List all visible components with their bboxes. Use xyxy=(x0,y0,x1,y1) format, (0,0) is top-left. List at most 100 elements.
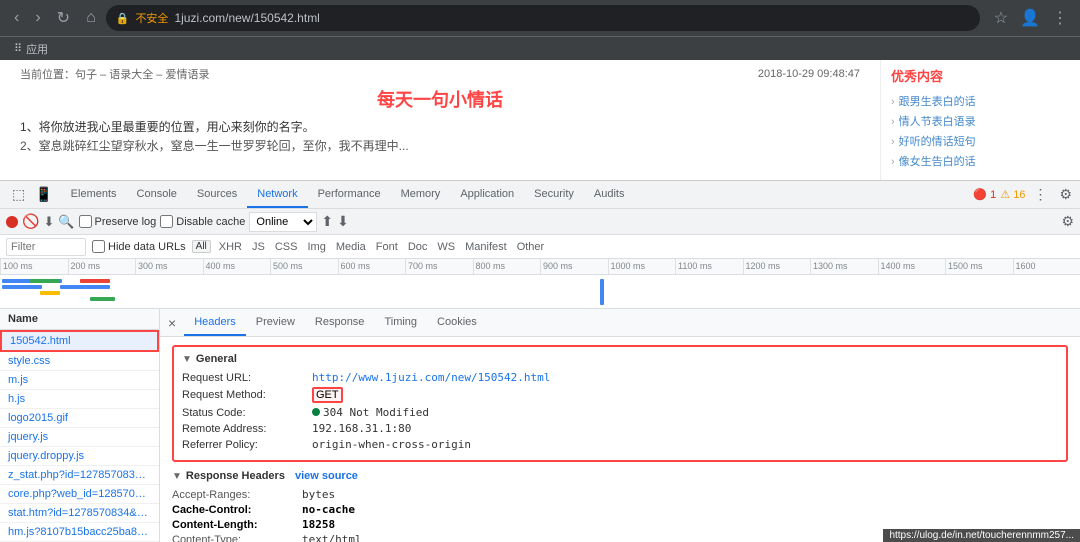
disable-cache-checkbox[interactable] xyxy=(160,215,173,228)
network-main: Name 150542.html style.css m.js h.js log… xyxy=(0,309,1080,542)
sidebar-item-3[interactable]: 像女生告白的话 xyxy=(891,151,1070,171)
import-button[interactable]: ⬆ xyxy=(321,213,333,230)
record-button[interactable] xyxy=(6,216,18,228)
referrer-policy-row: Referrer Policy: origin-when-cross-origi… xyxy=(182,438,1058,451)
throttle-select[interactable]: Online Fast 3G Slow 3G Offline xyxy=(249,212,317,232)
tab-sources[interactable]: Sources xyxy=(187,181,247,208)
filter-font[interactable]: Font xyxy=(374,241,400,253)
devtools-panel-icons: ⬚ 📱 xyxy=(4,184,61,205)
file-item-7[interactable]: z_stat.php?id=1278570834&... xyxy=(0,466,159,485)
lock-icon: 🔒 xyxy=(116,12,130,25)
details-tab-timing[interactable]: Timing xyxy=(374,309,427,336)
bookmark-button[interactable]: ☆ xyxy=(990,4,1012,32)
general-section-header[interactable]: ▼ General xyxy=(182,353,1058,365)
lock-label: 不安全 xyxy=(135,10,168,26)
profile-button[interactable]: 👤 xyxy=(1016,4,1044,32)
details-tab-headers[interactable]: Headers xyxy=(184,309,246,336)
resp-val-0: bytes xyxy=(302,488,335,501)
resp-key-0: Accept-Ranges: xyxy=(172,489,302,501)
filter-xhr[interactable]: XHR xyxy=(217,241,244,253)
file-item-1[interactable]: style.css xyxy=(0,352,159,371)
view-source-link[interactable]: view source xyxy=(295,470,358,482)
devtools-topbar: ⬚ 📱 Elements Console Sources Network Per… xyxy=(0,181,1080,209)
tab-performance[interactable]: Performance xyxy=(308,181,391,208)
file-item-10[interactable]: hm.js?8107b15bacc25ba8b7f... xyxy=(0,523,159,542)
file-item-5[interactable]: jquery.js xyxy=(0,428,159,447)
filter-manifest[interactable]: Manifest xyxy=(463,241,509,253)
bookmark-apps[interactable]: ⠿ 应用 xyxy=(8,39,54,59)
home-button[interactable]: ⌂ xyxy=(80,5,102,31)
timeline-bars xyxy=(0,275,1080,309)
details-tab-response[interactable]: Response xyxy=(305,309,375,336)
forward-button[interactable]: › xyxy=(29,5,46,31)
file-item-8[interactable]: core.php?web_id=12857083... xyxy=(0,485,159,504)
network-toolbar: 🚫 ⬇ 🔍 Preserve log Disable cache Online … xyxy=(0,209,1080,235)
chrome-icons: ☆ 👤 ⋮ xyxy=(990,4,1072,32)
details-tab-cookies[interactable]: Cookies xyxy=(427,309,487,336)
details-close-button[interactable]: × xyxy=(164,315,180,331)
remote-address-row: Remote Address: 192.168.31.1:80 xyxy=(182,422,1058,435)
status-green-dot xyxy=(312,408,320,416)
remote-address-value: 192.168.31.1:80 xyxy=(312,422,411,435)
sidebar-item-2[interactable]: 好听的情话短句 xyxy=(891,131,1070,151)
clear-button[interactable]: 🚫 xyxy=(22,213,39,230)
response-triangle-icon: ▼ xyxy=(172,471,182,482)
tab-memory[interactable]: Memory xyxy=(391,181,451,208)
address-bar[interactable]: 🔒 不安全 1juzi.com/new/150542.html xyxy=(106,5,980,31)
file-item-6[interactable]: jquery.droppy.js xyxy=(0,447,159,466)
devtools-more-button[interactable]: ⋮ xyxy=(1029,184,1051,205)
filter-img[interactable]: Img xyxy=(305,241,327,253)
resp-row-1: Cache-Control: no-cache xyxy=(172,503,1068,516)
page-title: 每天一句小情话 xyxy=(20,86,860,112)
request-method-label: Request Method: xyxy=(182,389,312,401)
file-item-3[interactable]: h.js xyxy=(0,390,159,409)
hide-data-label[interactable]: Hide data URLs xyxy=(92,240,186,253)
preserve-log-label[interactable]: Preserve log xyxy=(79,215,157,228)
filter-js[interactable]: JS xyxy=(250,241,267,253)
filter-ws[interactable]: WS xyxy=(435,241,457,253)
tab-console[interactable]: Console xyxy=(127,181,187,208)
status-bar: https://ulog.de/in.net/toucherennmm257..… xyxy=(883,529,1080,542)
preserve-log-checkbox[interactable] xyxy=(79,215,92,228)
filter-media[interactable]: Media xyxy=(334,241,368,253)
filter-input[interactable] xyxy=(6,238,86,256)
export-button[interactable]: ⬇ xyxy=(337,213,349,230)
tab-elements[interactable]: Elements xyxy=(61,181,127,208)
file-item-9[interactable]: stat.htm?id=1278570834&r=h... xyxy=(0,504,159,523)
devtools-settings-button[interactable]: ⚙ xyxy=(1055,184,1076,205)
devtools-inspect-button[interactable]: ⬚ xyxy=(8,184,29,205)
tab-audits[interactable]: Audits xyxy=(584,181,635,208)
menu-button[interactable]: ⋮ xyxy=(1048,4,1072,32)
request-url-row: Request URL: http://www.1juzi.com/new/15… xyxy=(182,371,1058,384)
devtools-device-button[interactable]: 📱 xyxy=(31,184,56,205)
tab-security[interactable]: Security xyxy=(524,181,584,208)
sidebar-item-1[interactable]: 情人节表白语录 xyxy=(891,111,1070,131)
file-item-2[interactable]: m.js xyxy=(0,371,159,390)
page-left: 当前位置：句子 – 语录大全 – 爱情语录 2018-10-29 09:48:4… xyxy=(0,60,880,180)
file-item-0[interactable]: 150542.html xyxy=(0,330,159,352)
filter-doc[interactable]: Doc xyxy=(406,241,430,253)
tab-application[interactable]: Application xyxy=(450,181,524,208)
response-section-header[interactable]: ▼ Response Headers view source xyxy=(172,470,1068,482)
response-headers-label: Response Headers xyxy=(186,470,285,482)
reload-button[interactable]: ↻ xyxy=(51,4,76,32)
error-badge: 🔴 1 xyxy=(973,188,996,201)
status-code-label: Status Code: xyxy=(182,407,312,419)
tick-1000: 1000 ms xyxy=(608,259,676,274)
browser-chrome: ‹ › ↻ ⌂ 🔒 不安全 1juzi.com/new/150542.html … xyxy=(0,0,1080,36)
search-button[interactable]: 🔍 xyxy=(58,214,74,230)
tick-1500: 1500 ms xyxy=(945,259,1013,274)
back-button[interactable]: ‹ xyxy=(8,5,25,31)
network-settings-button[interactable]: ⚙ xyxy=(1061,213,1074,230)
filter-css[interactable]: CSS xyxy=(273,241,300,253)
hide-data-checkbox[interactable] xyxy=(92,240,105,253)
file-item-4[interactable]: logo2015.gif xyxy=(0,409,159,428)
tab-network[interactable]: Network xyxy=(247,181,307,208)
tick-300: 300 ms xyxy=(135,259,203,274)
tick-1600: 1600 xyxy=(1013,259,1080,274)
filter-other[interactable]: Other xyxy=(515,241,547,253)
sidebar-item-0[interactable]: 跟男生表白的话 xyxy=(891,91,1070,111)
disable-cache-label[interactable]: Disable cache xyxy=(160,215,245,228)
file-list-header: Name xyxy=(0,309,159,330)
details-tab-preview[interactable]: Preview xyxy=(246,309,305,336)
